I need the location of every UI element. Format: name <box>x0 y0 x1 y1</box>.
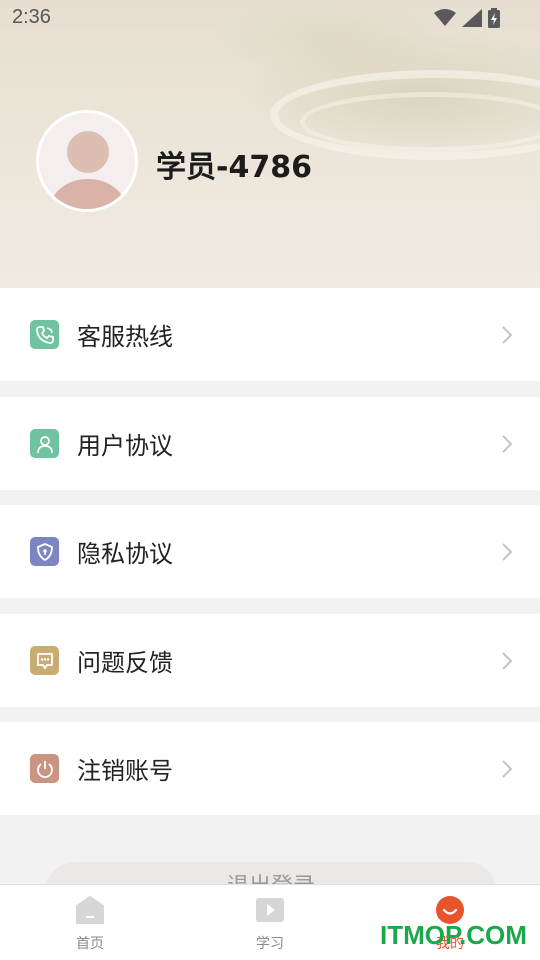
chevron-right-icon <box>502 759 513 778</box>
menu-item-privacy-policy[interactable]: 隐私协议 <box>0 505 540 598</box>
tab-label: 首页 <box>76 936 104 952</box>
menu-item-label: 客服热线 <box>77 323 173 351</box>
menu-item-delete-account[interactable]: 注销账号 <box>0 722 540 815</box>
signal-icon <box>462 9 482 27</box>
power-icon <box>30 754 59 783</box>
home-icon <box>76 896 104 924</box>
user-icon <box>30 429 59 458</box>
tab-study[interactable]: 学习 <box>180 885 360 960</box>
username: 学员-4786 <box>156 150 312 185</box>
battery-icon <box>488 8 500 28</box>
chevron-right-icon <box>502 325 513 344</box>
avatar-body <box>51 179 125 209</box>
menu-item-label: 注销账号 <box>77 757 173 785</box>
play-icon <box>256 898 284 922</box>
shield-icon <box>30 537 59 566</box>
chevron-right-icon <box>502 651 513 670</box>
avatar-head <box>67 131 109 173</box>
menu-item-feedback[interactable]: 问题反馈 <box>0 614 540 707</box>
phone-icon <box>30 320 59 349</box>
menu-item-user-agreement[interactable]: 用户协议 <box>0 397 540 490</box>
chevron-right-icon <box>502 542 513 561</box>
tab-home[interactable]: 首页 <box>0 885 180 960</box>
status-icons <box>434 8 500 28</box>
status-time: 2:36 <box>12 6 51 28</box>
menu-item-label: 用户协议 <box>77 432 173 460</box>
wifi-icon <box>434 9 456 26</box>
menu-item-label: 问题反馈 <box>77 649 173 677</box>
avatar[interactable] <box>36 110 138 212</box>
status-bar: 2:36 <box>0 0 540 36</box>
chat-icon <box>30 646 59 675</box>
tab-label: 学习 <box>256 936 284 952</box>
chevron-right-icon <box>502 434 513 453</box>
watermark: ITMOP.COM <box>380 920 527 950</box>
menu-item-label: 隐私协议 <box>77 540 173 568</box>
menu-item-customer-service[interactable]: 客服热线 <box>0 288 540 381</box>
